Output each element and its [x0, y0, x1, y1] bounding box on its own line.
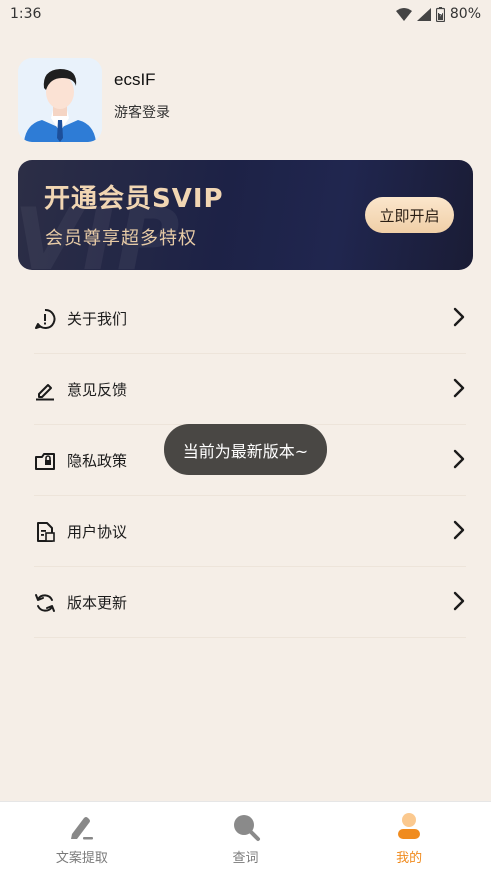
username: ecsIF — [114, 70, 156, 89]
status-time: 1:36 — [10, 6, 42, 22]
battery-icon — [435, 6, 445, 22]
toast-message: 当前为最新版本~ — [164, 424, 327, 475]
chevron-right-icon — [453, 378, 465, 398]
nav-label: 我的 — [396, 851, 423, 866]
bottom-nav: 文案提取 查词 我的 — [0, 801, 491, 873]
profile-info: ecsIF 游客登录 — [114, 58, 170, 122]
pen-icon — [67, 812, 97, 842]
battery-percent: 80% — [449, 6, 481, 22]
nav-item-text-extract[interactable]: 文案提取 — [0, 802, 164, 873]
refresh-icon — [34, 592, 56, 614]
wifi-icon — [395, 7, 412, 21]
profile-section[interactable]: ecsIF 游客登录 — [18, 58, 170, 142]
chevron-right-icon — [453, 449, 465, 469]
info-icon — [34, 308, 56, 330]
chevron-right-icon — [453, 591, 465, 611]
menu-label: 关于我们 — [67, 310, 128, 328]
status-icons: 80% — [395, 6, 481, 22]
menu-label: 版本更新 — [67, 594, 128, 612]
user-icon — [394, 812, 424, 842]
login-status: 游客登录 — [114, 105, 170, 121]
vip-open-button[interactable]: 立即开启 — [365, 197, 454, 233]
avatar-image — [18, 58, 102, 142]
menu-label: 意见反馈 — [67, 381, 128, 399]
edit-icon — [34, 379, 56, 401]
document-icon — [34, 521, 56, 543]
privacy-icon — [34, 450, 56, 472]
search-icon — [231, 812, 261, 842]
menu-item-version-update[interactable]: 版本更新 — [0, 567, 491, 638]
vip-subtitle: 会员尊享超多特权 — [45, 228, 197, 249]
signal-icon — [416, 7, 431, 21]
status-bar: 1:36 80% — [0, 0, 491, 28]
menu-item-user-agreement[interactable]: 用户协议 — [0, 496, 491, 567]
nav-item-lookup[interactable]: 查词 — [164, 802, 328, 873]
chevron-right-icon — [453, 307, 465, 327]
nav-item-mine[interactable]: 我的 — [327, 802, 491, 873]
menu-label: 用户协议 — [67, 523, 128, 541]
vip-title: 开通会员SVIP — [44, 184, 224, 214]
menu-item-feedback[interactable]: 意见反馈 — [0, 354, 491, 425]
chevron-right-icon — [453, 520, 465, 540]
menu-item-about[interactable]: 关于我们 — [0, 283, 491, 354]
nav-label: 文案提取 — [55, 851, 108, 866]
vip-banner[interactable]: VIP 开通会员SVIP 会员尊享超多特权 立即开启 — [18, 160, 473, 270]
nav-label: 查词 — [232, 851, 259, 866]
menu-label: 隐私政策 — [67, 452, 128, 470]
avatar[interactable] — [18, 58, 102, 142]
